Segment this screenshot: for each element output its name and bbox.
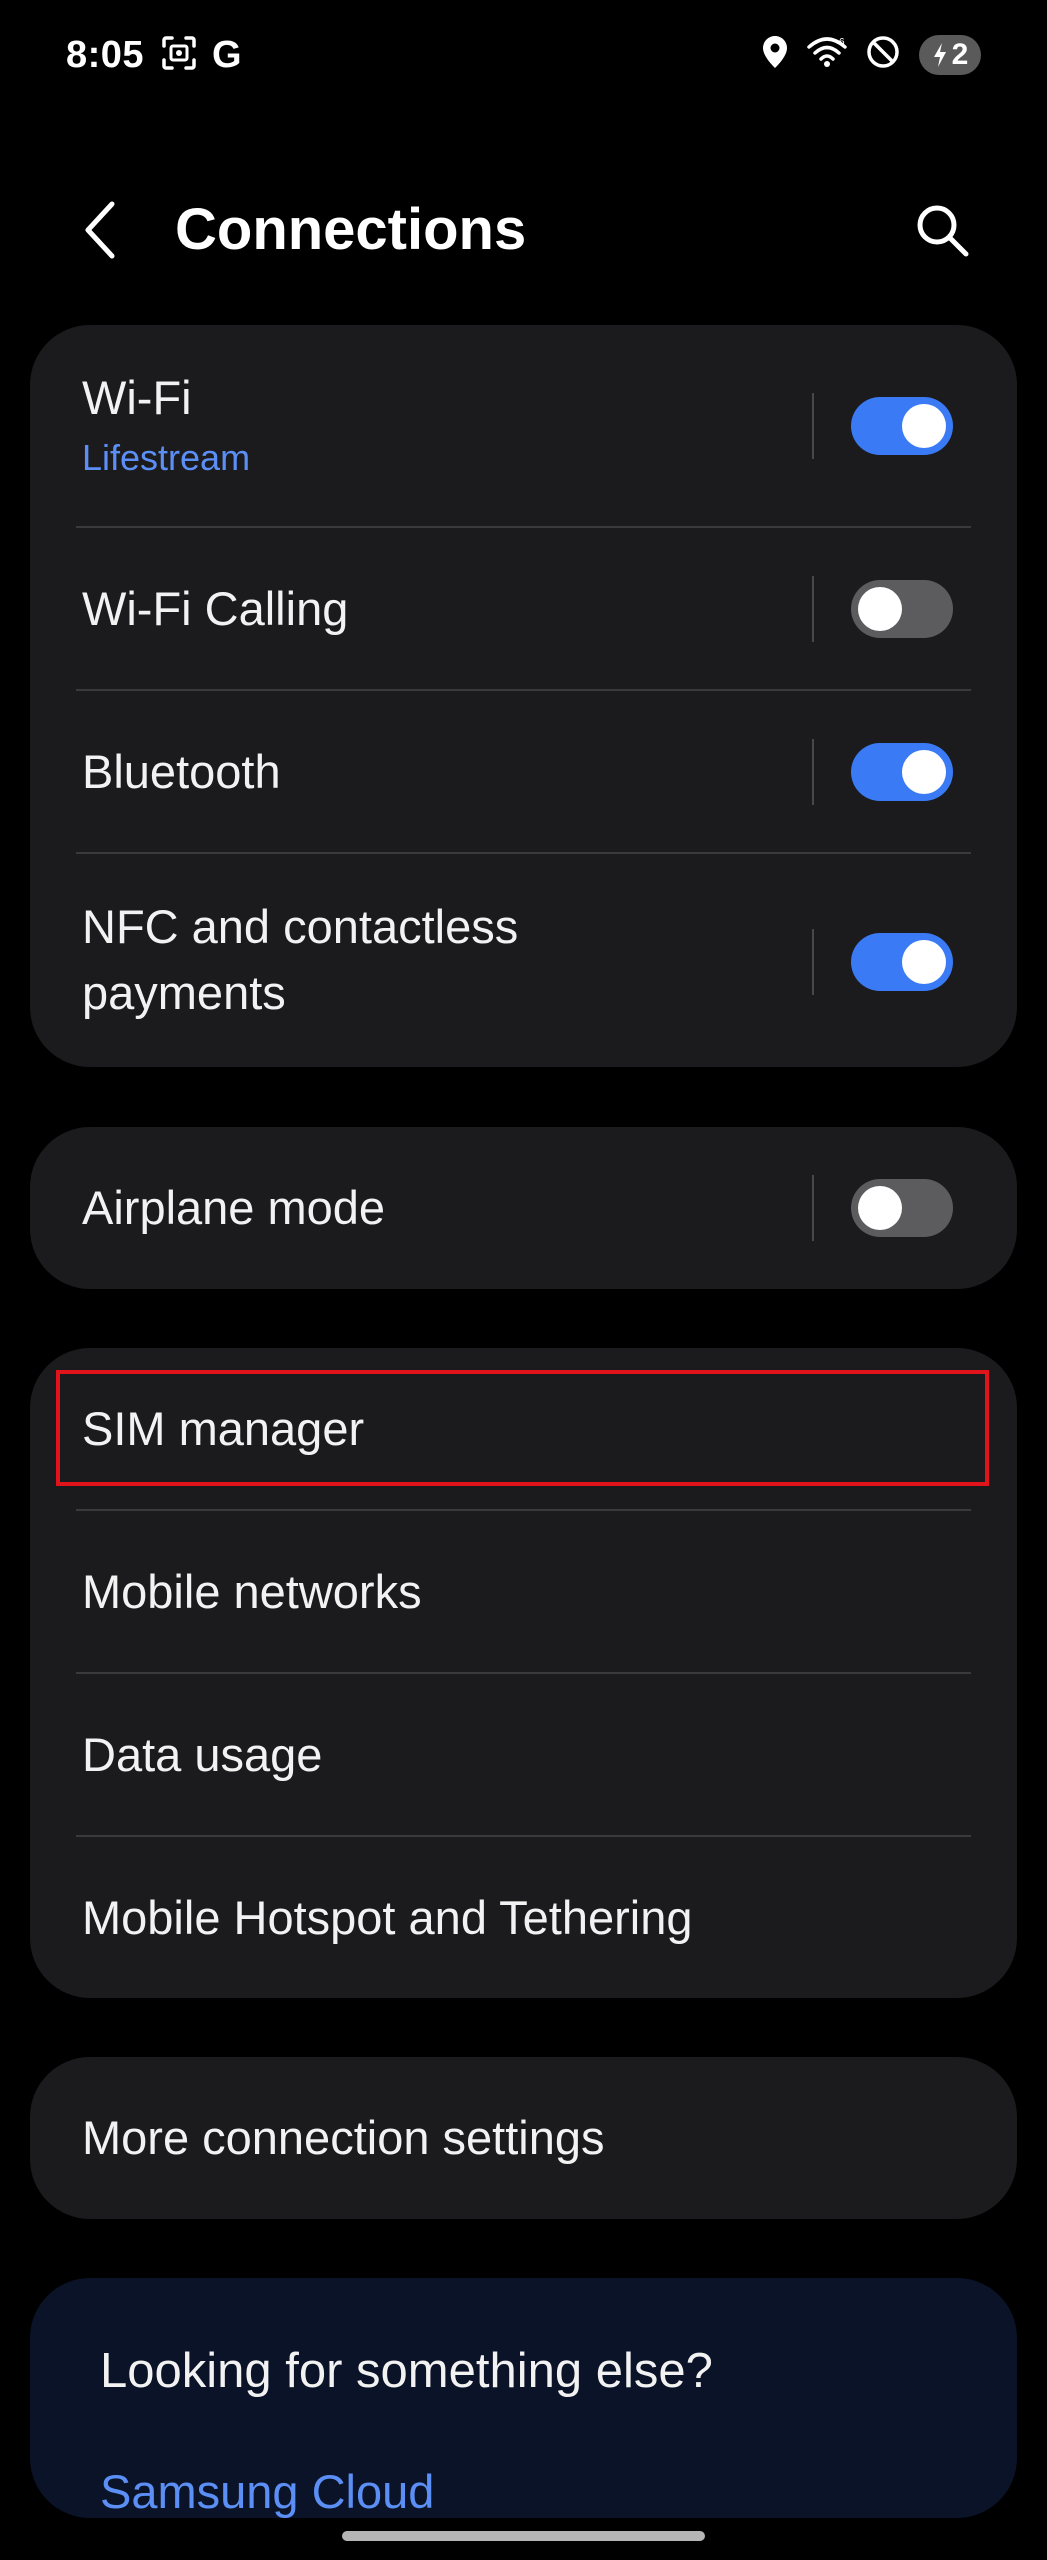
- nfc-toggle[interactable]: [851, 933, 953, 991]
- svg-text:6: 6: [839, 37, 845, 48]
- search-icon: [917, 205, 969, 257]
- bluetooth-label: Bluetooth: [82, 745, 281, 798]
- status-bar: 8:05 G 6 2: [0, 0, 1047, 112]
- more-connection-settings-row[interactable]: More connection settings: [30, 2057, 1017, 2219]
- suggestions-title: Looking for something else?: [100, 2344, 713, 2398]
- samsung-cloud-link[interactable]: Samsung Cloud: [100, 2464, 434, 2518]
- airplane-mode-label: Airplane mode: [82, 1181, 386, 1234]
- data-usage-row[interactable]: Data usage: [30, 1674, 1017, 1837]
- more-connection-settings-label: More connection settings: [82, 2111, 605, 2164]
- suggestions-card: Looking for something else? Samsung Clou…: [30, 2278, 1017, 2518]
- nfc-label-line2: payments: [82, 966, 286, 1019]
- wifi-label: Wi-Fi: [82, 371, 192, 424]
- charging-bolt-icon: [933, 42, 946, 67]
- do-not-disturb-icon: [865, 34, 901, 75]
- row-separator: [812, 739, 814, 805]
- sim-manager-label: SIM manager: [82, 1402, 365, 1455]
- bluetooth-row[interactable]: Bluetooth: [30, 691, 1017, 854]
- page-title: Connections: [175, 197, 527, 262]
- row-separator: [812, 929, 814, 995]
- navigation-gesture-bar[interactable]: [342, 2531, 705, 2541]
- wifi-icon: 6: [807, 35, 847, 74]
- mobile-networks-row[interactable]: Mobile networks: [30, 1511, 1017, 1674]
- app-header: Connections: [0, 170, 1047, 290]
- hotspot-label: Mobile Hotspot and Tethering: [82, 1891, 693, 1944]
- status-left-icons: G: [160, 34, 242, 77]
- nfc-label-line1: NFC and contactless: [82, 900, 519, 953]
- wifi-calling-toggle[interactable]: [851, 580, 953, 638]
- back-arrow-icon: [85, 201, 115, 259]
- airplane-mode-toggle[interactable]: [851, 1179, 953, 1237]
- data-usage-label: Data usage: [82, 1728, 323, 1781]
- sim-manager-row[interactable]: SIM manager: [30, 1348, 1017, 1511]
- connections-card: Wi-Fi Lifestream Wi-Fi Calling Bluetooth…: [30, 325, 1017, 1067]
- battery-indicator: 2: [919, 34, 981, 75]
- row-separator: [812, 1175, 814, 1241]
- hotspot-row[interactable]: Mobile Hotspot and Tethering: [30, 1837, 1017, 1998]
- airplane-card: Airplane mode: [30, 1127, 1017, 1289]
- more-settings-card: More connection settings: [30, 2057, 1017, 2219]
- wifi-calling-row[interactable]: Wi-Fi Calling: [30, 528, 1017, 691]
- battery-level: 2: [951, 37, 969, 71]
- network-card: SIM manager Mobile networks Data usage M…: [30, 1348, 1017, 1998]
- google-g-icon: G: [212, 34, 242, 76]
- wifi-row[interactable]: Wi-Fi Lifestream: [30, 325, 1017, 528]
- wifi-toggle[interactable]: [851, 397, 953, 455]
- wifi-calling-label: Wi-Fi Calling: [82, 582, 349, 635]
- mobile-networks-label: Mobile networks: [82, 1565, 422, 1618]
- bluetooth-toggle[interactable]: [851, 743, 953, 801]
- screenshot-icon: [160, 34, 198, 77]
- row-separator: [812, 576, 814, 642]
- wifi-network-name: Lifestream: [82, 437, 251, 478]
- nfc-row[interactable]: NFC and contactless payments: [30, 854, 1017, 1067]
- status-right-icons: 6 2: [761, 34, 981, 75]
- status-time: 8:05: [66, 34, 145, 76]
- location-icon: [761, 34, 789, 75]
- search-button[interactable]: [912, 200, 972, 260]
- back-button[interactable]: [70, 198, 130, 262]
- airplane-mode-row[interactable]: Airplane mode: [30, 1127, 1017, 1289]
- row-separator: [812, 393, 814, 459]
